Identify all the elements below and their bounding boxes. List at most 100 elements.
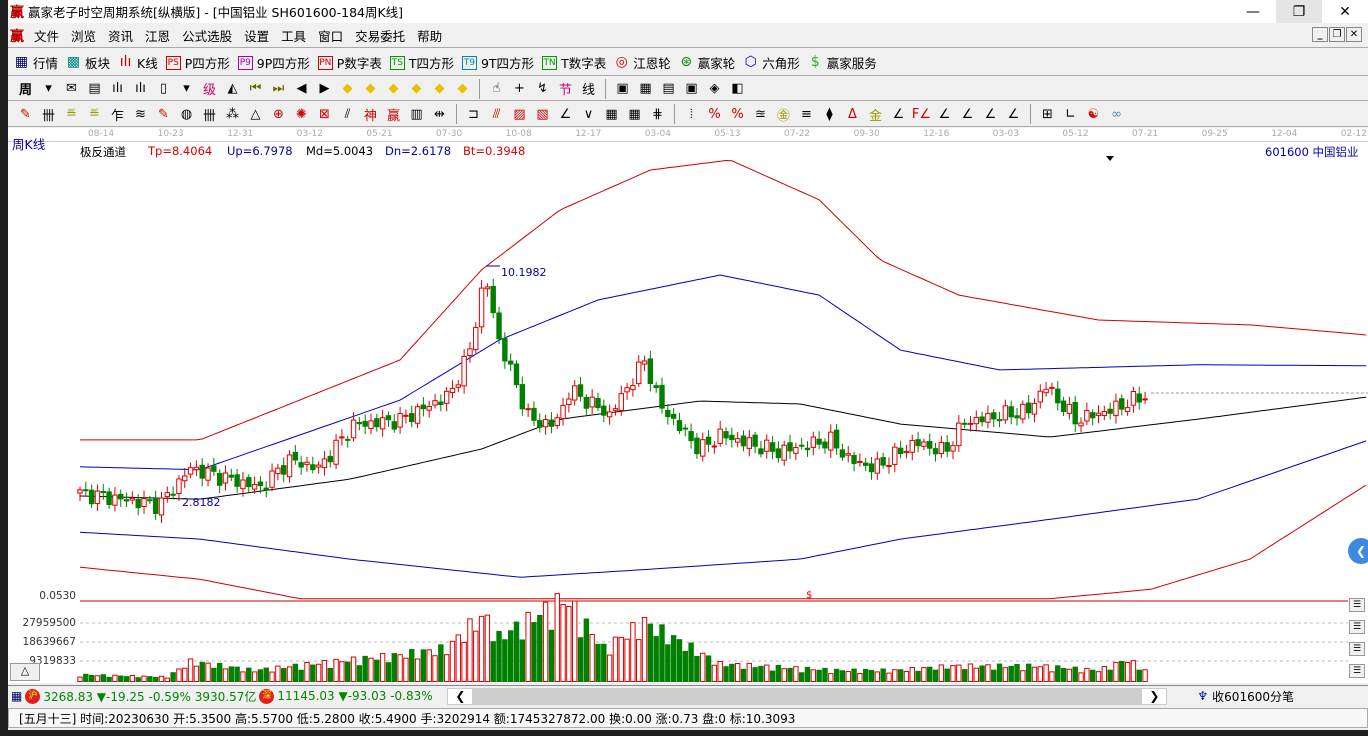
drawing-tool-icon[interactable]: ∞ [1105, 104, 1128, 124]
drawing-tool-icon[interactable]: F∠ [910, 104, 933, 124]
toolbar-tool-icon[interactable]: ◭ [221, 79, 244, 99]
ticker-scrollbar[interactable]: ❮ ❯ [447, 687, 1168, 705]
toolbar-tool-icon[interactable]: ▣ [680, 79, 703, 99]
drawing-tool-icon[interactable]: ▦ [623, 104, 646, 124]
drawing-tool-icon[interactable]: 卌 [198, 104, 221, 124]
drawing-tool-icon[interactable]: ▦ [600, 104, 623, 124]
mdi-restore-button[interactable]: ❐ [1329, 27, 1345, 42]
drawing-tool-icon[interactable]: ∠ [1002, 104, 1025, 124]
side-panel-button[interactable]: ☰ [1349, 598, 1365, 612]
drawing-tool-icon[interactable]: 赢 [382, 104, 405, 124]
scroll-right-button[interactable]: ❯ [1142, 689, 1166, 703]
toolbar-button[interactable]: ▦ 行情 [14, 53, 58, 72]
toolbar-button[interactable]: TN T数字表 [542, 53, 606, 72]
menu-item[interactable]: 帮助 [411, 26, 448, 45]
toolbar-tool-icon[interactable]: ◆ [336, 79, 359, 99]
drawing-tool-icon[interactable]: ⇹ [428, 104, 451, 124]
drawing-tool-icon[interactable]: 神 [359, 104, 382, 124]
toolbar-tool-icon[interactable]: ▣ [611, 79, 634, 99]
toolbar-button[interactable]: $ 赢家服务 [808, 53, 877, 72]
toolbar-tool-icon[interactable]: ▾ [37, 79, 60, 99]
drawing-tool-icon[interactable]: ∟ [1059, 104, 1082, 124]
drawing-tool-icon[interactable]: ▥ [405, 104, 428, 124]
toolbar-button[interactable]: PN P数字表 [317, 53, 382, 72]
toolbar-button[interactable]: PS P四方形 [165, 53, 230, 72]
toolbar-tool-icon[interactable]: ↯ [531, 79, 554, 99]
drawing-tool-icon[interactable]: ∠ [554, 104, 577, 124]
toolbar-button[interactable]: P9 9P四方形 [237, 53, 310, 72]
toolbar-tool-icon[interactable]: ▯ [152, 79, 175, 99]
menu-item[interactable]: 交易委托 [349, 26, 411, 45]
collapse-panel-button[interactable]: ❮ [1348, 538, 1368, 564]
toolbar-tool-icon[interactable]: ◈ [703, 79, 726, 99]
drawing-tool-icon[interactable]: 卌 [37, 104, 60, 124]
toolbar-tool-icon[interactable]: ▦ [634, 79, 657, 99]
drawing-tool-icon[interactable]: ⊠ [313, 104, 336, 124]
toolbar-tool-icon[interactable]: ▤ [657, 79, 680, 99]
drawing-tool-icon[interactable]: ∠ [956, 104, 979, 124]
drawing-tool-icon[interactable]: △ [244, 104, 267, 124]
toolbar-button[interactable]: ◎ 江恩轮 [614, 53, 671, 72]
period-selector[interactable]: 周 [14, 79, 37, 99]
drawing-tool-icon[interactable]: ⧫ [818, 104, 841, 124]
drawing-tool-icon[interactable]: ⦙ [680, 104, 703, 124]
mdi-minimize-button[interactable]: _ [1312, 27, 1328, 42]
drawing-tool-icon[interactable]: ≡ [795, 104, 818, 124]
scroll-thumb[interactable] [472, 688, 1143, 704]
candlestick-chart[interactable] [8, 128, 1368, 683]
drawing-tool-icon[interactable]: ≊ [749, 104, 772, 124]
toolbar-tool-icon[interactable]: ⏭ [267, 79, 290, 99]
drawing-tool-icon[interactable]: 金 [864, 104, 887, 124]
menu-item[interactable]: 窗口 [312, 26, 349, 45]
drawing-tool-icon[interactable]: ⫽ [336, 104, 359, 124]
toolbar-tool-icon[interactable]: ▶ [313, 79, 336, 99]
side-panel-button[interactable]: ☰ [1349, 620, 1365, 634]
drawing-tool-icon[interactable]: ≋ [129, 104, 152, 124]
menu-item[interactable]: 资讯 [102, 26, 139, 45]
drawing-tool-icon[interactable]: ⊕ [267, 104, 290, 124]
drawing-tool-icon[interactable]: Δ [841, 104, 864, 124]
chart-area[interactable]: 08-14 10-23 12-31 03-12 05-21 07-30 10-08 12-17… [8, 128, 1368, 683]
toolbar-button[interactable]: ⊛ 赢家轮 [679, 53, 735, 72]
toolbar-tool-icon[interactable]: ◆ [451, 79, 474, 99]
menu-item[interactable]: 公式选股 [176, 26, 238, 45]
drawing-tool-icon[interactable]: ∠ [933, 104, 956, 124]
toolbar-tool-icon[interactable]: ◆ [405, 79, 428, 99]
minimize-button[interactable]: — [1230, 0, 1276, 23]
toolbar-tool-icon[interactable]: ◀ [290, 79, 313, 99]
drawing-tool-icon[interactable]: ✎ [152, 104, 175, 124]
drawing-tool-icon[interactable]: ⋕ [646, 104, 669, 124]
quote-table-icon[interactable]: ▦ [11, 689, 22, 703]
side-panel-button[interactable]: ☰ [1349, 642, 1365, 656]
drawing-tool-icon[interactable]: ☯ [1082, 104, 1105, 124]
expand-toggle-button[interactable]: △ [10, 663, 40, 681]
drawing-tool-icon[interactable]: ✺ [290, 104, 313, 124]
tick-receive-status[interactable]: 收601600分笔 [1212, 688, 1294, 705]
side-panel-button[interactable]: ☰ [1349, 664, 1365, 678]
toolbar-button[interactable]: ▩ 板块 [66, 53, 110, 72]
drawing-tool-icon[interactable]: ㊎ [772, 104, 795, 124]
toolbar-tool-icon[interactable]: ◧ [726, 79, 749, 99]
drawing-tool-icon[interactable]: ◍ [175, 104, 198, 124]
menu-item[interactable]: 文件 [28, 26, 65, 45]
toolbar-tool-icon[interactable]: ◆ [382, 79, 405, 99]
toolbar-tool-icon[interactable]: 线 [577, 79, 600, 99]
toolbar-button[interactable]: ılı K线 [118, 53, 158, 72]
toolbar-tool-icon[interactable]: + [508, 79, 531, 99]
drawing-tool-icon[interactable]: ⫻ [485, 104, 508, 124]
close-button[interactable]: ✕ [1322, 0, 1368, 23]
toolbar-tool-icon[interactable]: ▾ [175, 79, 198, 99]
menu-item[interactable]: 浏览 [65, 26, 102, 45]
toolbar-tool-icon[interactable]: ⏮ [244, 79, 267, 99]
scroll-left-button[interactable]: ❮ [448, 689, 472, 703]
drawing-tool-icon[interactable]: ∠ [887, 104, 910, 124]
drawing-tool-icon[interactable]: ⊞ [1036, 104, 1059, 124]
toolbar-tool-icon[interactable]: ☝ [485, 79, 508, 99]
toolbar-tool-icon[interactable]: ✉ [60, 79, 83, 99]
drawing-tool-icon[interactable]: ✎ [14, 104, 37, 124]
toolbar-tool-icon[interactable]: ▤ [83, 79, 106, 99]
toolbar-tool-icon[interactable]: ılı [106, 79, 129, 99]
drawing-tool-icon[interactable]: ∨ [577, 104, 600, 124]
menu-item[interactable]: 工具 [275, 26, 312, 45]
drawing-tool-icon[interactable]: ▧ [531, 104, 554, 124]
